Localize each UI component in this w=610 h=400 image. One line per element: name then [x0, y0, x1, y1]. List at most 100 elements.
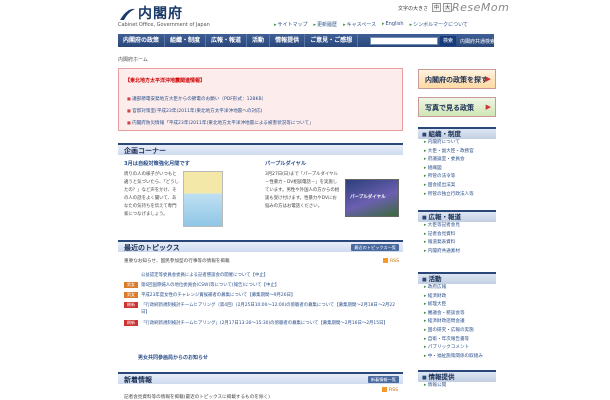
- sidebar-group-title: 活動: [418, 272, 496, 284]
- nav-item-policy[interactable]: 内閣府の政策: [118, 34, 166, 47]
- kikaku-left-text: 周りの人の様子がいつもと違うと気づいたら、「どうしたの？」など声をかけ、その人の…: [124, 172, 179, 217]
- notice-title: 【東北地方太平洋沖地震関連情報】: [125, 78, 206, 84]
- sidebar-link[interactable]: 組織図: [418, 165, 496, 174]
- utility-links: サイトマップ 更新履歴 キャスペース English シンボルマークについて: [274, 21, 468, 28]
- topic-link[interactable]: 「行政刷新規制検討チームヒアリング」(2月17日13:30～15:30)の傍聴者…: [141, 320, 396, 327]
- common-search-link[interactable]: 内閣府共通検索: [460, 38, 495, 45]
- topic-tag: [124, 272, 138, 278]
- photo-policy-label: 写真で見る政策: [425, 104, 474, 112]
- sidebar-group-title: 組織・制度: [418, 127, 496, 139]
- watermark: ReseMom: [452, 1, 510, 14]
- topic-row: 刷新 「行政刷新規制検討チームヒアリング」(2月17日13:30～15:30)の…: [124, 320, 396, 334]
- topic-tag: 男女: [124, 292, 138, 298]
- font-size-label: 文字の大きさ: [398, 6, 429, 12]
- sidebar-link[interactable]: 内閣府について: [418, 139, 496, 148]
- topic-link[interactable]: 平成23年度女性のチャレンジ賞候補者の募集について【募集期間～9月26日】: [141, 292, 295, 298]
- search-input[interactable]: [370, 37, 438, 45]
- shinchaku-intro: 記者会見資料等の情報を掲載(最近のトピックスに掲載するものを除く): [124, 395, 270, 400]
- sidebar-link[interactable]: 政府広報: [418, 284, 496, 293]
- sidebar-link[interactable]: パブリックコメント: [418, 344, 496, 353]
- find-policy-banner[interactable]: 内閣府の政策を探す ▶: [418, 69, 496, 89]
- gender-equality-link[interactable]: 男女共同参画局からのお知らせ: [138, 354, 208, 361]
- font-size-large-button[interactable]: 大: [443, 3, 452, 12]
- sidebar-group-title: 情報提供: [418, 370, 496, 382]
- topic-tag: 刷新: [124, 320, 138, 326]
- arrow-icon: ▶: [485, 103, 491, 111]
- sidebar-group-press: 広報・報道 大臣等記者会見 記者会見資料 報道発表資料 内閣府共通素材: [418, 210, 496, 256]
- sidebar-link[interactable]: 国会提出法案: [418, 182, 496, 191]
- topics-intro: 重要なお知らせ、国民参加型の行事等の情報を掲載: [124, 259, 230, 264]
- topic-row: 男女 第6回国際婦人の地位委員会(CSW)等について(報告)について【中止】: [124, 281, 279, 289]
- arrow-icon: ▶: [485, 75, 491, 83]
- sidebar-link[interactable]: 審議会・懇談会等: [418, 310, 496, 319]
- sidebar-link[interactable]: 経済財政諮問会議: [418, 318, 496, 327]
- notice-link[interactable]: 議部節電安発地方大臣からの節電のお願い（PDF形式：128KB）: [127, 93, 314, 105]
- kikaku-right-title[interactable]: パープルダイヤル: [265, 160, 306, 167]
- sidebar-link[interactable]: 報道発表資料: [418, 239, 496, 248]
- shinchaku-title: 新着情報: [124, 376, 152, 384]
- kikaku-section-head: 企画コーナー: [118, 143, 403, 155]
- search-button[interactable]: 検索: [440, 36, 456, 46]
- sidebar-link[interactable]: 自衛・年次報告書等: [418, 336, 496, 345]
- sidebar-link[interactable]: 内閣府共通素材: [418, 248, 496, 257]
- page: 内閣府 Cabinet Office, Government of Japan …: [0, 0, 610, 400]
- topics-more-button[interactable]: 最近のトピックス一覧: [351, 244, 399, 251]
- nav-item-information[interactable]: 情報提供: [270, 34, 306, 47]
- sidebar-link[interactable]: 所管の法令等: [418, 173, 496, 182]
- sidebar-group-organization: 組織・制度 内閣府について 大臣・副大臣・政務官 府議論室・委員会 組織図 所管…: [418, 127, 496, 199]
- shinchaku-more-button[interactable]: 新着情報一覧: [367, 376, 399, 383]
- sidebar-link[interactable]: 国の研究・広報の実施: [418, 327, 496, 336]
- site-name[interactable]: 内閣府: [138, 3, 183, 23]
- util-link[interactable]: 更新履歴: [314, 21, 337, 28]
- kikaku-corner: 3月は自殺対策強化月間です 周りの人の様子がいつもと違うと気づいたら、「どうした…: [118, 157, 403, 227]
- util-link[interactable]: キャスペース: [343, 21, 376, 28]
- topic-tag: 刷新: [124, 302, 138, 308]
- photo-policy-banner[interactable]: 写真で見る政策 ▶: [418, 97, 496, 117]
- kikaku-right-text: 3月27日(日)まで「パープルダイヤル－性暴力・DV相談電話－」を実施しています…: [265, 172, 340, 209]
- sidebar-link[interactable]: 中・福祉施策関係の取組み: [418, 353, 496, 362]
- topic-tag: 男女: [124, 282, 138, 288]
- nav-item-feedback[interactable]: ご意見・ご感想: [305, 34, 359, 47]
- sidebar-link[interactable]: 経済財政: [418, 293, 496, 302]
- topic-link[interactable]: 公益認定等委員会委員による記者懇談会の開催について【中止】: [141, 272, 268, 278]
- topic-row: 公益認定等委員会委員による記者懇談会の開催について【中止】: [124, 271, 268, 279]
- kikaku-left-title[interactable]: 3月は自殺対策強化月間です: [124, 160, 190, 167]
- topic-link[interactable]: 第6回国際婦人の地位委員会(CSW)等について(報告)について【中止】: [141, 282, 279, 288]
- sidebar-group-information: 情報提供 情報公開: [418, 370, 496, 391]
- util-link[interactable]: シンボルマークについて: [410, 21, 468, 28]
- sidebar-group-title: 広報・報道: [418, 210, 496, 222]
- site-name-en: Cabinet Office, Government of Japan: [118, 22, 210, 28]
- sidebar-link[interactable]: 記者会見資料: [418, 231, 496, 240]
- nav-item-activities[interactable]: 活動: [247, 34, 271, 47]
- purple-dial-banner-label: パープルダイヤル: [350, 195, 386, 200]
- topics-title: 最近のトピックス: [124, 244, 180, 252]
- sidebar-link[interactable]: 府議論室・委員会: [418, 156, 496, 165]
- sidebar-link[interactable]: 大臣等記者会見: [418, 222, 496, 231]
- font-size-medium-button[interactable]: 中: [432, 3, 441, 12]
- topics-section-head: 最近のトピックス 最近のトピックス一覧: [118, 240, 403, 252]
- sidebar-link[interactable]: 大臣・副大臣・政務官: [418, 148, 496, 157]
- nav-item-press[interactable]: 広報・報道: [206, 34, 248, 47]
- util-link[interactable]: サイトマップ: [274, 21, 308, 28]
- earthquake-notice: 【東北地方太平洋沖地震関連情報】 議部節電安発地方大臣からの節電のお願い（PDF…: [118, 68, 403, 131]
- kikaku-title: 企画コーナー: [124, 147, 166, 155]
- nav-item-organization[interactable]: 組織・制度: [165, 34, 207, 47]
- suicide-prevention-poster[interactable]: [183, 171, 223, 227]
- sidebar-link[interactable]: 所管の独立行政法人等: [418, 191, 496, 200]
- notice-link[interactable]: 内閣府防災情報「平成23年(2011年)東北地方太平洋沖地震による被害状況等につ…: [127, 117, 314, 129]
- topic-link[interactable]: 「行政刷新規制検討チームヒアリング（第4回）(2月25日10:00～12:00)…: [141, 302, 396, 316]
- breadcrumb[interactable]: 内閣府ホーム: [118, 56, 148, 63]
- sidebar-link[interactable]: 情報公開: [418, 382, 496, 391]
- notice-list: 議部節電安発地方大臣からの節電のお願い（PDF形式：128KB） 官邸対策室(平…: [127, 93, 314, 129]
- purple-dial-banner[interactable]: パープルダイヤル: [345, 179, 399, 217]
- header: 内閣府 Cabinet Office, Government of Japan …: [0, 0, 610, 34]
- find-policy-label: 内閣府の政策を探す: [425, 76, 488, 84]
- shinchaku-section-head: 新着情報 新着情報一覧: [118, 372, 403, 384]
- sidebar-link[interactable]: 総理大臣: [418, 301, 496, 310]
- notice-link[interactable]: 官邸対策室(平成23年(2011年)東北地方太平洋沖地震への対応): [127, 105, 314, 117]
- topics-rss-link[interactable]: RSS: [383, 258, 399, 264]
- util-link[interactable]: English: [382, 21, 404, 28]
- sidebar-group-activities: 活動 政府広報 経済財政 総理大臣 審議会・懇談会等 経済財政諮問会議 国の研究…: [418, 272, 496, 361]
- topic-row: 刷新 「行政刷新規制検討チームヒアリング（第4回）(2月25日10:00～12:…: [124, 302, 396, 316]
- topic-row: 男女 平成23年度女性のチャレンジ賞候補者の募集について【募集期間～9月26日】: [124, 291, 295, 299]
